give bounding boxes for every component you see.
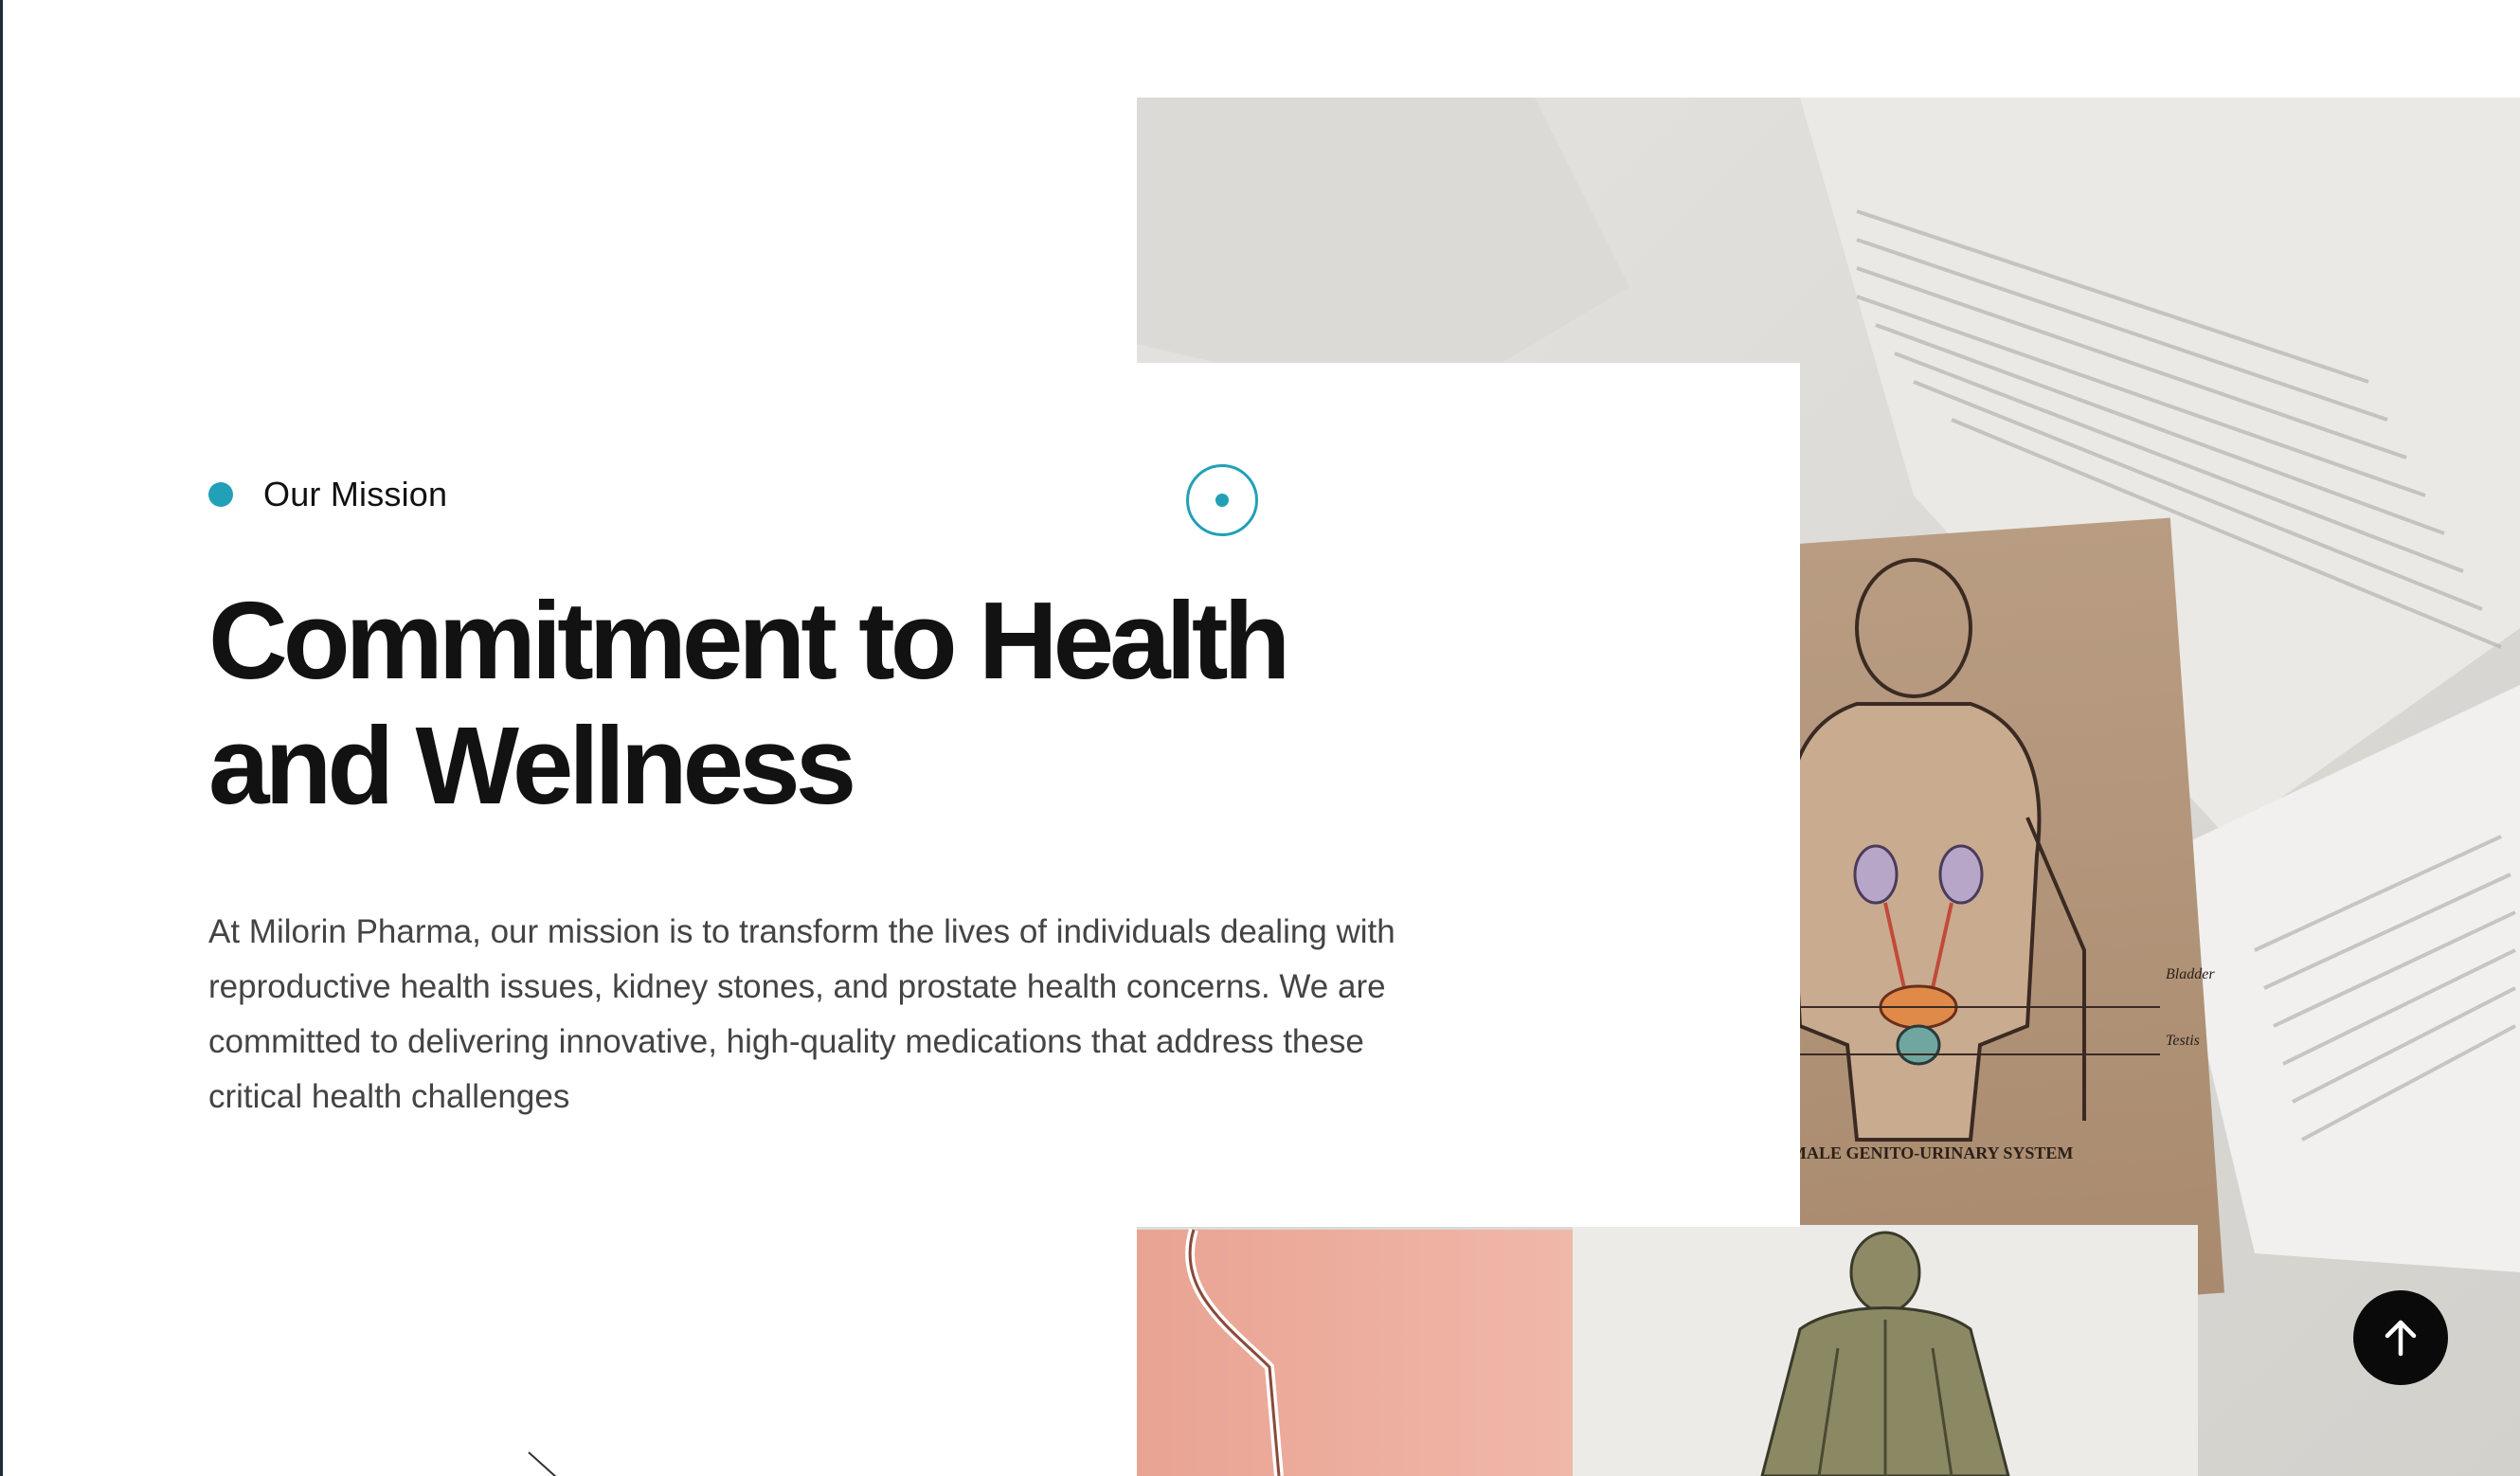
eyebrow-label: Our Mission [263, 475, 448, 513]
photo-caption: MALE GENITO-URINARY SYSTEM [1791, 1143, 2073, 1162]
testis-label: Testis [2166, 1033, 2200, 1049]
section-eyebrow: Our Mission [208, 474, 447, 515]
arrow-up-icon [2385, 1320, 2417, 1357]
page-title: Commitment to Health and Wellness [208, 578, 1440, 828]
title-line-2: and Wellness [208, 704, 856, 827]
left-edge-border [0, 0, 3, 1476]
scroll-to-top-button[interactable] [2353, 1290, 2448, 1385]
target-icon [1186, 464, 1258, 536]
decorative-line [528, 1451, 558, 1476]
bullet-dot-icon [208, 482, 233, 507]
mission-description: At Milorin Pharma, our mission is to tra… [208, 913, 1395, 1115]
title-line-1: Commitment to Health [208, 579, 1290, 702]
bladder-label: Bladder [2166, 966, 2215, 982]
